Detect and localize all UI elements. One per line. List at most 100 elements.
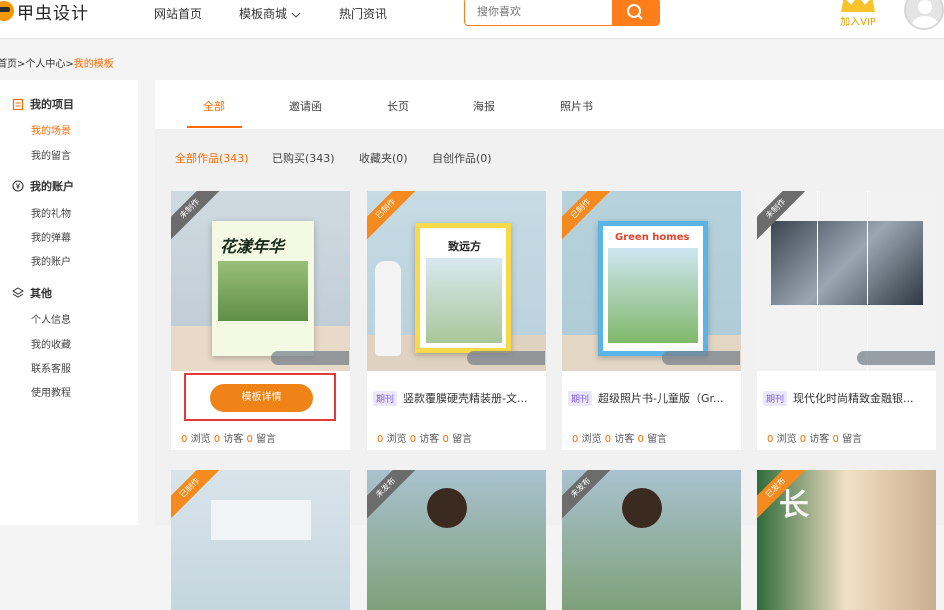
template-card[interactable]: 未发布 xyxy=(367,470,546,610)
sidebar-item-my-messages[interactable]: 我的留言 xyxy=(31,147,71,162)
sidebar-group-title: 我的项目 xyxy=(30,98,74,111)
vip-crown-icon xyxy=(841,0,875,12)
card-stats: 0 浏览 0 访客 0 留言 xyxy=(767,430,862,445)
yen-coin-icon xyxy=(12,180,24,192)
views-label: 浏览 xyxy=(581,434,602,445)
book-title: Green homes xyxy=(615,232,690,243)
photo xyxy=(608,248,698,343)
views-label: 浏览 xyxy=(190,434,211,445)
visitors-label: 访客 xyxy=(809,434,830,445)
visitors-count: 0 xyxy=(409,434,417,445)
visitors-count: 0 xyxy=(799,434,807,445)
tab-all[interactable]: 全部 xyxy=(203,98,225,114)
nav-home[interactable]: 网站首页 xyxy=(154,5,202,22)
search-icon xyxy=(627,4,643,20)
sidebar-group-projects: 我的项目 xyxy=(12,96,74,112)
thumbnail-info-bar xyxy=(467,351,545,365)
category-tag: 期刊 xyxy=(568,391,593,406)
filter-favorites-folder[interactable]: 收藏夹(0) xyxy=(359,150,408,166)
tab-photo-book[interactable]: 照片书 xyxy=(560,98,593,114)
template-thumbnail[interactable]: 花漾年华 未制作 xyxy=(171,191,350,371)
sidebar-group-title: 我的账户 xyxy=(30,180,74,193)
search-button[interactable] xyxy=(612,0,659,25)
thumbnail-info-bar xyxy=(271,351,349,365)
nav-template-mall-label: 模板商城 xyxy=(239,7,288,21)
photo xyxy=(426,258,502,343)
template-card[interactable]: 已发布 长 xyxy=(757,470,936,610)
comments-count: 0 xyxy=(832,434,839,445)
tab-long-page[interactable]: 长页 xyxy=(387,98,409,114)
sidebar-item-my-account[interactable]: 我的账户 xyxy=(31,253,71,268)
book-title: 致远方 xyxy=(448,240,481,253)
logo-text: 甲虫设计 xyxy=(17,3,89,24)
views-count: 0 xyxy=(181,434,188,445)
template-card[interactable]: 未发布 xyxy=(562,470,741,610)
sidebar-item-tutorial[interactable]: 使用教程 xyxy=(31,384,71,399)
card-title-text: 竖款覆膜硬壳精装册-文... xyxy=(403,392,528,405)
sidebar-group-other: 其他 xyxy=(12,285,52,301)
photo xyxy=(218,261,308,321)
visitors-count: 0 xyxy=(604,434,612,445)
sidebar-item-contact-support[interactable]: 联系客服 xyxy=(31,360,71,375)
views-count: 0 xyxy=(767,434,774,445)
nav-template-mall[interactable]: 模板商城 xyxy=(239,5,301,22)
filter-all-works[interactable]: 全部作品(343) xyxy=(175,150,249,166)
template-thumbnail[interactable]: 致远方 已制作 xyxy=(367,191,546,371)
template-detail-button[interactable]: 模板详情 xyxy=(210,384,313,412)
template-thumbnail[interactable]: Green homes 已制作 xyxy=(562,191,741,371)
category-tabs: 全部 邀请函 长页 海报 照片书 xyxy=(155,80,944,129)
join-vip-button[interactable]: 加入VIP xyxy=(840,0,876,28)
search-box xyxy=(464,0,660,26)
sidebar-item-my-danmaku[interactable]: 我的弹幕 xyxy=(31,229,71,244)
tab-invitation[interactable]: 邀请函 xyxy=(289,98,322,114)
comments-label: 留言 xyxy=(647,434,668,445)
card-title[interactable]: 期刊 超级照片书-儿童版（Gr... xyxy=(568,390,738,406)
breadcrumb-home[interactable]: 首页 xyxy=(0,59,17,70)
book-cover xyxy=(211,500,311,540)
sidebar-item-personal-info[interactable]: 个人信息 xyxy=(31,311,71,326)
template-card[interactable]: Green homes 已制作 期刊 超级照片书-儿童版（Gr... 0 浏览 0… xyxy=(562,191,741,450)
nav-hot-news[interactable]: 热门资讯 xyxy=(339,5,387,22)
comments-label: 留言 xyxy=(256,434,277,445)
template-card[interactable]: 未制作 期刊 现代化时尚精致金融银... 0 浏览 0 访客 0 留言 xyxy=(757,191,936,450)
filter-self-created[interactable]: 自创作品(0) xyxy=(432,150,492,166)
card-title-text: 超级照片书-儿童版（Gr... xyxy=(598,392,724,405)
sidebar-item-my-scenes[interactable]: 我的场景 xyxy=(31,122,71,137)
site-logo[interactable]: 甲虫设计 xyxy=(0,0,89,26)
sidebar-item-my-gifts[interactable]: 我的礼物 xyxy=(31,205,71,220)
book-cover: 致远方 xyxy=(415,223,511,353)
category-tag: 期刊 xyxy=(373,391,398,406)
user-avatar[interactable] xyxy=(904,0,944,30)
tab-poster[interactable]: 海报 xyxy=(473,98,495,114)
overlay-text: 长 xyxy=(779,488,809,523)
visitors-count: 0 xyxy=(213,434,221,445)
search-input[interactable] xyxy=(465,0,613,25)
template-card[interactable]: 花漾年华 未制作 模板详情 0 浏览 0 访客 0 留言 xyxy=(171,191,350,450)
comments-count: 0 xyxy=(246,434,253,445)
sidebar-group-title: 其他 xyxy=(30,287,52,300)
comments-label: 留言 xyxy=(452,434,473,445)
top-header: 甲虫设计 网站首页 模板商城 热门资讯 加入VIP xyxy=(0,0,944,39)
card-title[interactable]: 期刊 现代化时尚精致金融银... xyxy=(763,390,933,406)
highlight-box: 模板详情 xyxy=(184,373,336,421)
visitors-label: 访客 xyxy=(223,434,244,445)
beetle-logo-icon xyxy=(0,1,14,21)
template-card[interactable]: 已制作 xyxy=(171,470,350,610)
template-thumbnail[interactable]: 未制作 xyxy=(757,191,936,371)
chevron-down-icon xyxy=(291,12,301,18)
category-tag: 期刊 xyxy=(763,391,788,406)
comments-count: 0 xyxy=(442,434,449,445)
card-title[interactable]: 期刊 竖款覆膜硬壳精装册-文... xyxy=(373,390,543,406)
photo xyxy=(622,488,662,528)
divider xyxy=(867,191,868,371)
views-count: 0 xyxy=(377,434,384,445)
filter-purchased[interactable]: 已购买(343) xyxy=(272,150,335,166)
views-label: 浏览 xyxy=(386,434,407,445)
template-card[interactable]: 致远方 已制作 期刊 竖款覆膜硬壳精装册-文... 0 浏览 0 访客 0 留言 xyxy=(367,191,546,450)
sidebar-item-my-favorites[interactable]: 我的收藏 xyxy=(31,336,71,351)
active-tab-indicator xyxy=(187,126,242,128)
breadcrumb-center[interactable]: 个人中心 xyxy=(25,59,65,70)
vip-label: 加入VIP xyxy=(840,17,876,28)
breadcrumb: 首页>个人中心>我的模板 xyxy=(0,55,114,70)
views-label: 浏览 xyxy=(776,434,797,445)
